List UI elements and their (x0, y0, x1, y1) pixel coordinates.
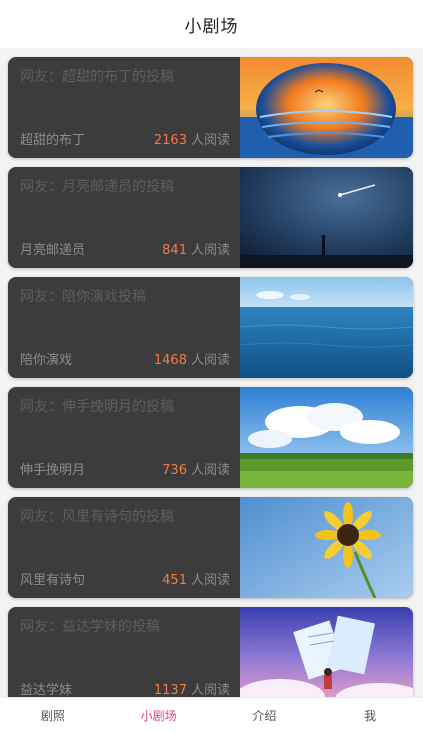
card-headline: 网友：风里有诗句的投稿 (20, 509, 174, 525)
card-headline: 网友：陪你演戏投稿 (20, 289, 146, 305)
card-author: 超甜的布丁 (20, 133, 86, 148)
card-thumbnail (240, 497, 413, 598)
read-count: 2163 人阅读 (154, 129, 230, 148)
post-card[interactable]: 网友：风里有诗句的投稿 风里有诗句 451 人阅读 (8, 497, 413, 598)
card-list[interactable]: 网友：超甜的布丁的投稿 超甜的布丁 2163 人阅读 网友：月亮邮递员的投稿 月… (0, 48, 423, 698)
card-thumbnail (240, 277, 413, 378)
read-count-number: 1137 (153, 683, 187, 698)
sunset-sphere-image (240, 57, 413, 158)
read-count: 736 人阅读 (162, 459, 230, 478)
top-bar: 小剧场 (0, 0, 423, 48)
read-count: 1137 人阅读 (154, 679, 230, 698)
read-count: 841 人阅读 (162, 239, 230, 258)
page-title: 小剧场 (184, 16, 239, 37)
read-count-suffix: 人阅读 (190, 243, 230, 258)
read-count-number: 2163 (153, 133, 187, 148)
card-thumbnail (240, 387, 413, 488)
card-thumbnail (240, 57, 413, 158)
post-card[interactable]: 网友：超甜的布丁的投稿 超甜的布丁 2163 人阅读 (8, 57, 413, 158)
card-author: 伸手挽明月 (20, 463, 86, 478)
card-text: 网友：风里有诗句的投稿 风里有诗句 451 人阅读 (8, 497, 240, 598)
card-text: 网友：月亮邮递员的投稿 月亮邮递员 841 人阅读 (8, 167, 240, 268)
read-count-number: 1468 (153, 353, 187, 368)
tab-me[interactable]: 我 (317, 698, 423, 733)
card-text: 网友：伸手挽明月的投稿 伸手挽明月 736 人阅读 (8, 387, 240, 488)
card-text: 网友：超甜的布丁的投稿 超甜的布丁 2163 人阅读 (8, 57, 240, 158)
tab-intro[interactable]: 介绍 (212, 698, 318, 733)
illustration-letters-image (240, 607, 413, 698)
card-author: 月亮邮递员 (20, 243, 86, 258)
card-author: 风里有诗句 (20, 573, 86, 588)
read-count-suffix: 人阅读 (190, 683, 230, 698)
card-headline: 网友：益达学妹的投稿 (20, 619, 160, 635)
read-count-suffix: 人阅读 (190, 133, 230, 148)
tab-mini-theater[interactable]: 小剧场 (106, 698, 212, 733)
read-count-suffix: 人阅读 (190, 353, 230, 368)
post-card[interactable]: 网友：伸手挽明月的投稿 伸手挽明月 736 人阅读 (8, 387, 413, 488)
tab-stills[interactable]: 剧照 (0, 698, 106, 733)
read-count: 451 人阅读 (162, 569, 230, 588)
grassland-clouds-image (240, 387, 413, 488)
post-card[interactable]: 网友：月亮邮递员的投稿 月亮邮递员 841 人阅读 (8, 167, 413, 268)
bottom-tab-bar: 剧照 小剧场 介绍 我 (0, 697, 423, 733)
ocean-image (240, 277, 413, 378)
card-thumbnail (240, 167, 413, 268)
read-count-number: 736 (162, 463, 187, 478)
card-thumbnail (240, 607, 413, 698)
comet-night-image (240, 167, 413, 268)
card-author: 陪你演戏 (20, 353, 73, 368)
read-count-number: 841 (162, 243, 187, 258)
post-card[interactable]: 网友：陪你演戏投稿 陪你演戏 1468 人阅读 (8, 277, 413, 378)
card-headline: 网友：月亮邮递员的投稿 (20, 179, 174, 195)
card-headline: 网友：伸手挽明月的投稿 (20, 399, 174, 415)
card-headline: 网友：超甜的布丁的投稿 (20, 69, 174, 85)
sunflower-image (240, 497, 413, 598)
read-count-suffix: 人阅读 (190, 573, 230, 588)
card-text: 网友：陪你演戏投稿 陪你演戏 1468 人阅读 (8, 277, 240, 378)
read-count-number: 451 (162, 573, 187, 588)
card-text: 网友：益达学妹的投稿 益达学妹 1137 人阅读 (8, 607, 240, 698)
card-author: 益达学妹 (20, 683, 73, 698)
read-count: 1468 人阅读 (154, 349, 230, 368)
read-count-suffix: 人阅读 (190, 463, 230, 478)
post-card[interactable]: 网友：益达学妹的投稿 益达学妹 1137 人阅读 (8, 607, 413, 698)
